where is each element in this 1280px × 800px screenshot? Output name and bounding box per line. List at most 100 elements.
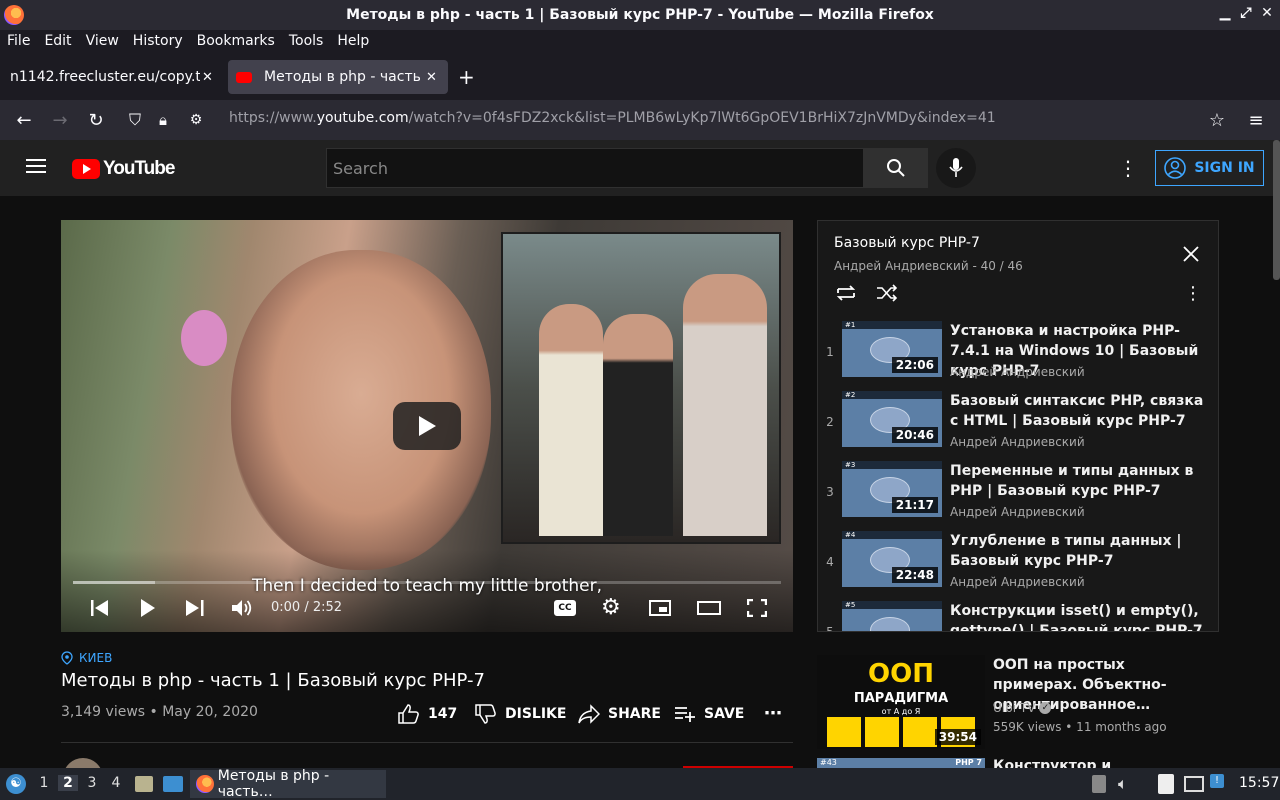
voice-search-button[interactable] bbox=[936, 148, 976, 188]
firefox-taskbar-icon bbox=[196, 775, 214, 793]
menu-bookmarks[interactable]: Bookmarks bbox=[197, 33, 275, 49]
settings-gear-icon[interactable]: ⚙ bbox=[601, 595, 621, 620]
youtube-logo[interactable]: YouTube bbox=[72, 158, 175, 180]
menu-help[interactable]: Help bbox=[337, 33, 369, 49]
menu-history[interactable]: History bbox=[133, 33, 183, 49]
settings-dots-icon[interactable]: ⋮ bbox=[1118, 156, 1138, 180]
update-tray-icon[interactable]: ! bbox=[1210, 774, 1224, 788]
close-window-icon[interactable]: ✕ bbox=[1259, 5, 1275, 21]
play-control-icon[interactable] bbox=[140, 599, 156, 617]
playlist-item-channel: Андрей Андриевский bbox=[950, 365, 1085, 379]
lock-icon[interactable]: 🔒︎ bbox=[151, 108, 175, 132]
sign-in-button[interactable]: SIGN IN bbox=[1155, 150, 1264, 186]
file-manager-icon[interactable] bbox=[135, 776, 153, 792]
recommended-thumbnail[interactable]: ООП ПАРАДИГМА от А до Я 39:54 bbox=[817, 655, 985, 749]
back-arrow-icon[interactable]: ← bbox=[12, 108, 36, 132]
playlist-item[interactable]: 5 #5 Конструкции isset() и empty(), gett… bbox=[818, 601, 1218, 631]
playlist-item-channel: Андрей Андриевский bbox=[950, 435, 1085, 449]
tab-copy-txt[interactable]: n1142.freecluster.eu/copy.txt ✕ bbox=[0, 60, 226, 94]
playlist-item[interactable]: 2 #2 20:46 Базовый синтаксис PHP, связка… bbox=[818, 391, 1218, 461]
youtube-favicon-icon bbox=[236, 71, 252, 83]
playlist-item[interactable]: 3 #3 21:17 Переменные и типы данных в PH… bbox=[818, 461, 1218, 531]
taskbar-firefox-window[interactable]: Методы в php - часть… bbox=[190, 768, 386, 800]
volume-icon[interactable] bbox=[232, 599, 254, 617]
url-field[interactable]: https://www.youtube.com/watch?v=0f4sFDZ2… bbox=[229, 110, 996, 126]
divider bbox=[61, 742, 793, 743]
thumb-badge: #43 bbox=[820, 758, 837, 767]
next-icon[interactable] bbox=[186, 600, 204, 616]
clipboard-icon[interactable] bbox=[1092, 775, 1106, 793]
buffered-bar bbox=[73, 581, 155, 584]
playlist-more-dots-icon[interactable]: ⋮ bbox=[1184, 283, 1202, 304]
thumb-badge: #2 bbox=[842, 391, 942, 399]
volume-tray-icon[interactable]: 🔈︎ bbox=[1118, 774, 1128, 794]
reload-icon[interactable]: ↻ bbox=[84, 108, 108, 132]
tab-youtube-active[interactable]: Методы в php - часть 1 | Базовый курс PH… bbox=[228, 60, 448, 94]
video-stats: 3,149 views • May 20, 2020 bbox=[61, 704, 258, 720]
playlist-item-title: Базовый синтаксис PHP, связка с HTML | Б… bbox=[950, 393, 1204, 429]
permissions-icon[interactable]: ⚙ bbox=[184, 108, 208, 132]
menu-view[interactable]: View bbox=[86, 33, 119, 49]
bookmark-star-icon[interactable]: ☆ bbox=[1205, 108, 1229, 132]
tab-close-icon[interactable]: ✕ bbox=[202, 70, 213, 85]
video-player[interactable]: Then I decided to teach my little brothe… bbox=[61, 220, 793, 632]
menu-tools[interactable]: Tools bbox=[289, 33, 324, 49]
previous-icon[interactable] bbox=[91, 600, 109, 616]
miniplayer-icon[interactable] bbox=[649, 600, 671, 616]
php-elephant-icon bbox=[870, 617, 910, 631]
desktop-icon[interactable] bbox=[163, 776, 183, 792]
playlist-item-channel: Андрей Андриевский bbox=[950, 575, 1085, 589]
hamburger-menu-icon[interactable]: ≡ bbox=[1244, 108, 1268, 132]
workspace-3[interactable]: 3 bbox=[82, 775, 102, 791]
youtube-header: YouTube Search ⋮ SIGN IN bbox=[0, 140, 1280, 196]
channel-avatar[interactable] bbox=[63, 758, 103, 768]
fullscreen-icon[interactable] bbox=[747, 599, 767, 617]
search-input[interactable]: Search bbox=[326, 148, 864, 188]
forward-arrow-icon[interactable]: → bbox=[48, 108, 72, 132]
playlist-item-channel: Андрей Андриевский bbox=[950, 505, 1085, 519]
share-button[interactable]: SHARE bbox=[578, 704, 661, 724]
close-playlist-icon[interactable] bbox=[1183, 246, 1199, 262]
dislike-button[interactable]: DISLIKE bbox=[475, 704, 566, 724]
start-menu-icon[interactable]: ☯ bbox=[6, 774, 26, 794]
minimize-icon[interactable]: ▁ bbox=[1217, 5, 1233, 21]
shuffle-playlist-icon[interactable] bbox=[876, 284, 898, 302]
share-arrow-icon bbox=[578, 704, 600, 724]
menu-file[interactable]: File bbox=[7, 33, 30, 49]
search-button[interactable] bbox=[863, 148, 928, 188]
maximize-icon[interactable]: ⤢ bbox=[1238, 5, 1254, 21]
subtitles-cc-icon[interactable]: CC bbox=[554, 600, 576, 616]
video-person-right bbox=[683, 274, 767, 536]
progress-bar[interactable] bbox=[73, 581, 781, 584]
page-scrollbar[interactable] bbox=[1273, 140, 1280, 280]
thumb-badge: #5 bbox=[842, 601, 942, 609]
tab-close-icon[interactable]: ✕ bbox=[426, 70, 437, 85]
url-prefix: https://www. bbox=[229, 110, 317, 126]
save-label: SAVE bbox=[704, 706, 745, 722]
loop-playlist-icon[interactable] bbox=[835, 284, 857, 302]
window-title: Методы в php - часть 1 | Базовый курс PH… bbox=[346, 7, 934, 23]
playlist-title[interactable]: Базовый курс PHP-7 bbox=[834, 235, 980, 251]
playlist-item[interactable]: 1 #1 22:06 Установка и настройка PHP-7.4… bbox=[818, 321, 1218, 391]
recommended-thumbnail-2[interactable]: #43 PHP 7 bbox=[817, 758, 985, 768]
guide-menu-icon[interactable] bbox=[26, 158, 46, 174]
workspace-2[interactable]: 2 bbox=[58, 775, 78, 791]
new-tab-plus-icon[interactable]: + bbox=[458, 60, 482, 94]
workspace-4[interactable]: 4 bbox=[106, 775, 126, 791]
recommended-title-2[interactable]: Конструктор и Деструктор в bbox=[993, 756, 1203, 768]
theater-mode-icon[interactable] bbox=[697, 601, 721, 615]
display-tray-icon[interactable] bbox=[1184, 776, 1204, 792]
shield-icon[interactable]: ⛉ bbox=[123, 108, 147, 132]
recommended-channel[interactable]: Ulbi TV ✓ bbox=[993, 701, 1052, 715]
save-button[interactable]: SAVE bbox=[674, 704, 744, 724]
large-play-button[interactable] bbox=[393, 402, 461, 450]
playlist-item[interactable]: 4 #4 22:48 Углубление в типы данных | Ба… bbox=[818, 531, 1218, 601]
location-link[interactable]: КИЕВ bbox=[61, 651, 112, 665]
playlist-item-index: 1 bbox=[826, 345, 834, 359]
more-actions-icon[interactable]: ⋯ bbox=[764, 703, 782, 724]
workspace-1[interactable]: 1 bbox=[34, 775, 54, 791]
time-display: 0:00 / 2:52 bbox=[271, 600, 343, 615]
notes-tray-icon[interactable] bbox=[1158, 774, 1174, 794]
like-button[interactable]: 147 bbox=[398, 704, 457, 724]
menu-edit[interactable]: Edit bbox=[44, 33, 71, 49]
